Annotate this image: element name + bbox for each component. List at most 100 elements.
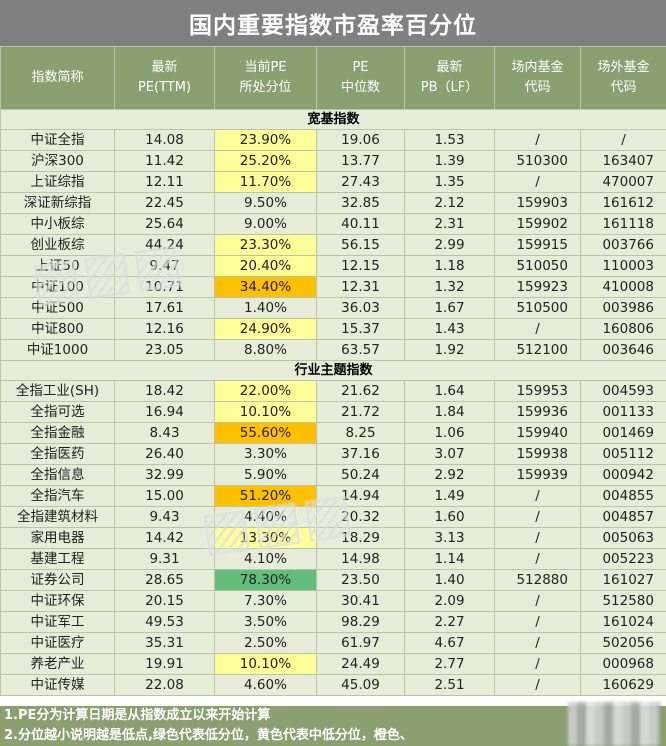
- pb-lf-cell: 2.51: [404, 674, 495, 696]
- pe-ttm-cell: 49.53: [114, 611, 215, 633]
- otc-fund-code-cell: 003766: [580, 234, 666, 256]
- otc-fund-code-cell: 110003: [580, 255, 666, 277]
- table-row: 全指医药 26.40 3.30% 37.16 3.07 159938 005112: [0, 443, 666, 465]
- section-row: 宽基指数: [0, 109, 666, 130]
- pe-median-cell: 37.16: [316, 443, 405, 465]
- exchange-fund-code-cell: /: [494, 129, 581, 151]
- pe-median-cell: 21.62: [316, 380, 405, 402]
- exchange-fund-code-cell: 159936: [494, 401, 581, 423]
- table-row: 养老产业 19.91 10.10% 24.49 2.77/000968: [0, 653, 666, 675]
- table-row: 全指信息 32.99 5.90% 50.24 2.92 159939 000942: [0, 464, 666, 486]
- page: 国内重要指数市盈率百分位 指数简称 最新 PE(TTM) 当前PE 所处分位 PE 中…: [0, 0, 666, 746]
- table-row: 中证1000 23.05 8.80% 63.57 1.92 512100 003646: [0, 339, 666, 361]
- pe-ttm-cell: 18.42: [114, 380, 215, 402]
- pe-ttm-cell: 17.61: [114, 297, 215, 319]
- otc-fund-code-cell: 004593: [580, 380, 666, 402]
- index-name-cell: 家用电器: [0, 527, 115, 549]
- table-row: 中证军工 49.53 3.50% 98.29 2.27/161024: [0, 611, 666, 633]
- column-header: 场内基金 代码: [494, 46, 581, 110]
- otc-fund-code-cell: 512580: [580, 590, 666, 612]
- index-name-cell: 全指医药: [0, 443, 115, 465]
- index-name-cell: 中证环保: [0, 590, 115, 612]
- pe-ttm-cell: 32.99: [114, 464, 215, 486]
- table-row: 深证新综指 22.45 9.50% 32.85 2.12 159903 161612: [0, 192, 666, 214]
- column-header: 当前PE 所处分位: [214, 46, 317, 110]
- pb-lf-cell: 2.99: [404, 234, 495, 256]
- pe-median-cell: 30.41: [316, 590, 405, 612]
- pe-ttm-cell: 9.43: [114, 506, 215, 528]
- otc-fund-code-cell: 005063: [580, 527, 666, 549]
- otc-fund-code-cell: 160806: [580, 318, 666, 340]
- pe-median-cell: 18.29: [316, 527, 405, 549]
- pb-lf-cell: 2.31: [404, 213, 495, 235]
- table-row: 全指金融 8.43 55.60% 8.25 1.06 159940 001469: [0, 422, 666, 444]
- otc-fund-code-cell: 004857: [580, 506, 666, 528]
- pb-lf-cell: 1.53: [404, 129, 495, 151]
- index-name-cell: 上证50: [0, 255, 115, 277]
- exchange-fund-code-cell: 510300: [494, 150, 581, 172]
- index-name-cell: 全指信息: [0, 464, 115, 486]
- table-row: 中证环保 20.15 7.30% 30.41 2.09/512580: [0, 590, 666, 612]
- pb-lf-cell: 2.77: [404, 653, 495, 675]
- page-title: 国内重要指数市盈率百分位: [0, 0, 666, 46]
- pb-lf-cell: 3.13: [404, 527, 495, 549]
- pb-lf-cell: 1.64: [404, 380, 495, 402]
- pe-median-cell: 32.85: [316, 192, 405, 214]
- pe-ttm-cell: 25.64: [114, 213, 215, 235]
- pe-ttm-cell: 12.11: [114, 171, 215, 193]
- pb-lf-cell: 1.14: [404, 548, 495, 570]
- table-row: 中证100 10.71 34.40% 12.31 1.32 159923 410008: [0, 276, 666, 298]
- pe-median-cell: 36.03: [316, 297, 405, 319]
- otc-fund-code-cell: 161612: [580, 192, 666, 214]
- pb-lf-cell: 4.67: [404, 632, 495, 654]
- pe-percentile-cell: 25.20%: [214, 150, 317, 172]
- otc-fund-code-cell: 005223: [580, 548, 666, 570]
- pe-median-cell: 14.94: [316, 485, 405, 507]
- exchange-fund-code-cell: /: [494, 527, 581, 549]
- otc-fund-code-cell: 161024: [580, 611, 666, 633]
- pe-percentile-cell: 3.30%: [214, 443, 317, 465]
- pe-ttm-cell: 15.00: [114, 485, 215, 507]
- table-row: 沪深300 11.42 25.20% 13.77 1.39 510300 163407: [0, 150, 666, 172]
- pb-lf-cell: 1.39: [404, 150, 495, 172]
- table-row: 全指汽车 15.00 51.20% 14.94 1.49/004855: [0, 485, 666, 507]
- pb-lf-cell: 2.09: [404, 590, 495, 612]
- pe-median-cell: 15.37: [316, 318, 405, 340]
- footnote-line: 2.分位越小说明越是低点,绿色代表低分位，黄色代表中低分位，橙色、: [4, 728, 413, 743]
- index-name-cell: 中证军工: [0, 611, 115, 633]
- pe-median-cell: 45.09: [316, 674, 405, 696]
- pe-median-cell: 23.50: [316, 569, 405, 591]
- exchange-fund-code-cell: 159953: [494, 380, 581, 402]
- index-name-cell: 中证500: [0, 297, 115, 319]
- index-name-cell: 中证100: [0, 276, 115, 298]
- column-header: 最新 PE(TTM): [114, 46, 215, 110]
- table-row: 中证500 17.61 1.40% 36.03 1.67 510500 003986: [0, 297, 666, 319]
- pe-percentile-cell: 55.60%: [214, 422, 317, 444]
- pb-lf-cell: 1.49: [404, 485, 495, 507]
- otc-fund-code-cell: 000942: [580, 464, 666, 486]
- index-name-cell: 全指工业(SH): [0, 380, 115, 402]
- otc-fund-code-cell: 160629: [580, 674, 666, 696]
- index-name-cell: 中证传媒: [0, 674, 115, 696]
- exchange-fund-code-cell: 159902: [494, 213, 581, 235]
- pe-percentile-cell: 5.90%: [214, 464, 317, 486]
- index-name-cell: 全指金融: [0, 422, 115, 444]
- exchange-fund-code-cell: /: [494, 632, 581, 654]
- pb-lf-cell: 2.12: [404, 192, 495, 214]
- otc-fund-code-cell: 000968: [580, 653, 666, 675]
- pe-percentile-cell: 78.30%: [214, 569, 317, 591]
- pe-median-cell: 12.31: [316, 276, 405, 298]
- otc-fund-code-cell: 163407: [580, 150, 666, 172]
- pb-lf-cell: 1.18: [404, 255, 495, 277]
- pe-percentile-cell: 23.30%: [214, 234, 317, 256]
- table-row: 中小板综 25.64 9.00% 40.11 2.31 159902 161118: [0, 213, 666, 235]
- pe-ttm-cell: 22.08: [114, 674, 215, 696]
- section-row: 行业主题指数: [0, 360, 666, 381]
- pe-ttm-cell: 20.15: [114, 590, 215, 612]
- index-name-cell: 养老产业: [0, 653, 115, 675]
- table-row: 中证全指 14.08 23.90% 19.06 1.53//: [0, 129, 666, 151]
- pe-ttm-cell: 35.31: [114, 632, 215, 654]
- pb-lf-cell: 2.92: [404, 464, 495, 486]
- index-name-cell: 证券公司: [0, 569, 115, 591]
- pe-ttm-cell: 19.91: [114, 653, 215, 675]
